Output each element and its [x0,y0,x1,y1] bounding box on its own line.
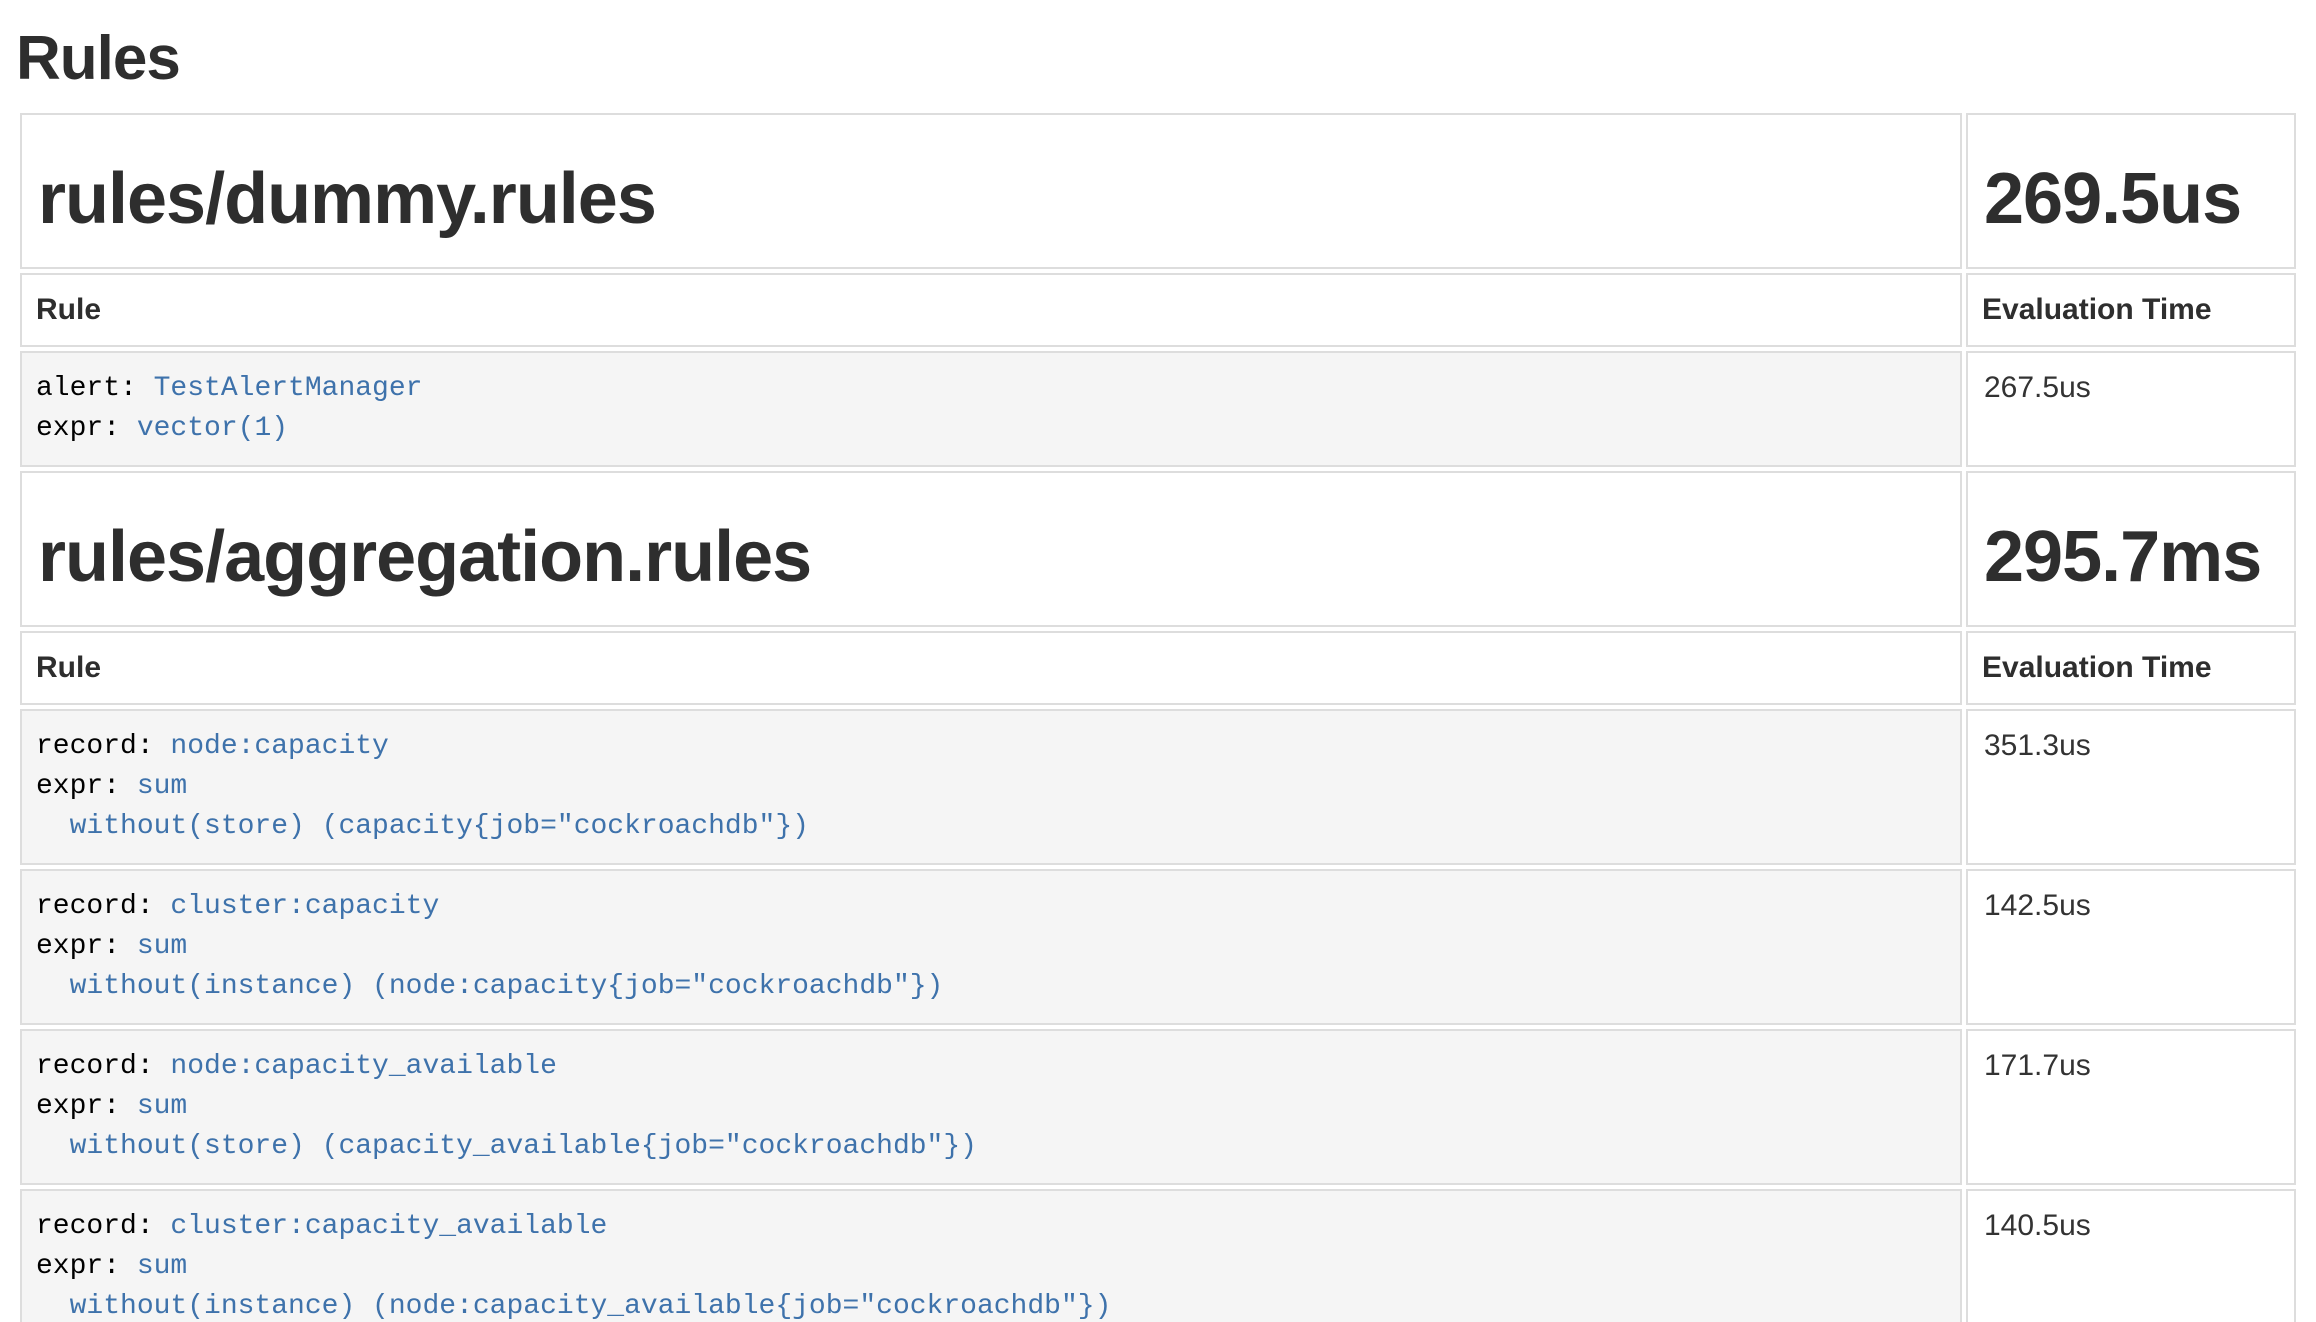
rule-keyword: expr: [36,413,137,444]
rule-link[interactable]: without(instance) (node:capacity_availab… [36,1291,1111,1322]
rule-link[interactable]: without(instance) (node:capacity{job="co… [36,971,943,1002]
rule-link[interactable]: cluster:capacity_available [170,1211,607,1242]
rule-row: alert: TestAlertManager expr: vector(1) … [20,351,2296,467]
group-evaluation-time-cell: 295.7ms [1966,471,2296,627]
evaluation-time-column-header: Evaluation Time [1966,273,2296,347]
rule-link[interactable]: sum [137,1091,187,1122]
rule-cell: record: cluster:capacity_available expr:… [20,1189,1962,1322]
rule-keyword: record: [36,1051,170,1082]
rule-keyword: expr: [36,1251,137,1282]
group-header-row: rules/aggregation.rules 295.7ms [20,471,2296,627]
rule-link[interactable]: sum [137,771,187,802]
group-file-cell: rules/dummy.rules [20,113,1962,269]
evaluation-time-column-header: Evaluation Time [1966,631,2296,705]
rule-link[interactable]: cluster:capacity [170,891,439,922]
group-file-cell: rules/aggregation.rules [20,471,1962,627]
rule-keyword: expr: [36,1091,137,1122]
rule-row: record: cluster:capacity expr: sum witho… [20,869,2296,1025]
column-header-row: Rule Evaluation Time [20,631,2296,705]
rule-code: alert: TestAlertManager expr: vector(1) [36,369,1946,449]
rule-evaluation-time: 142.5us [1966,869,2296,1025]
group-evaluation-time-cell: 269.5us [1966,113,2296,269]
column-header-row: Rule Evaluation Time [20,273,2296,347]
rules-table-body: rules/dummy.rules 269.5us Rule Evaluatio… [20,113,2296,1322]
rule-link[interactable]: without(store) (capacity_available{job="… [36,1131,977,1162]
rule-link[interactable]: TestAlertManager [154,373,423,404]
rule-row: record: node:capacity_available expr: su… [20,1029,2296,1185]
rule-link[interactable]: vector(1) [137,413,288,444]
rule-link[interactable]: node:capacity_available [170,1051,556,1082]
group-header-row: rules/dummy.rules 269.5us [20,113,2296,269]
rule-cell: record: node:capacity expr: sum without(… [20,709,1962,865]
rule-keyword: record: [36,1211,170,1242]
rule-column-header: Rule [20,273,1962,347]
rule-link[interactable]: node:capacity [170,731,388,762]
group-evaluation-time: 269.5us [1984,159,2278,239]
rule-link[interactable]: sum [137,931,187,962]
rule-code: record: cluster:capacity_available expr:… [36,1207,1946,1322]
rule-column-header: Rule [20,631,1962,705]
rule-code: record: node:capacity_available expr: su… [36,1047,1946,1167]
page-title: Rules [16,25,2300,93]
rule-evaluation-time: 140.5us [1966,1189,2296,1322]
rules-table: rules/dummy.rules 269.5us Rule Evaluatio… [16,109,2300,1322]
rule-link[interactable]: sum [137,1251,187,1282]
rule-evaluation-time: 267.5us [1966,351,2296,467]
rule-link[interactable]: without(store) (capacity{job="cockroachd… [36,811,809,842]
rule-row: record: cluster:capacity_available expr:… [20,1189,2296,1322]
rule-code: record: node:capacity expr: sum without(… [36,727,1946,847]
rule-keyword: record: [36,891,170,922]
rule-evaluation-time: 171.7us [1966,1029,2296,1185]
rule-keyword: record: [36,731,170,762]
rule-code: record: cluster:capacity expr: sum witho… [36,887,1946,1007]
group-evaluation-time: 295.7ms [1984,517,2278,597]
rule-keyword: alert: [36,373,154,404]
group-file-title: rules/dummy.rules [38,159,1944,239]
rules-page: Rules rules/dummy.rules 269.5us Rule Eva… [0,0,2316,1322]
rule-row: record: node:capacity expr: sum without(… [20,709,2296,865]
rule-keyword: expr: [36,771,137,802]
rule-cell: record: node:capacity_available expr: su… [20,1029,1962,1185]
rule-cell: record: cluster:capacity expr: sum witho… [20,869,1962,1025]
rule-keyword: expr: [36,931,137,962]
rule-cell: alert: TestAlertManager expr: vector(1) [20,351,1962,467]
rule-evaluation-time: 351.3us [1966,709,2296,865]
group-file-title: rules/aggregation.rules [38,517,1944,597]
